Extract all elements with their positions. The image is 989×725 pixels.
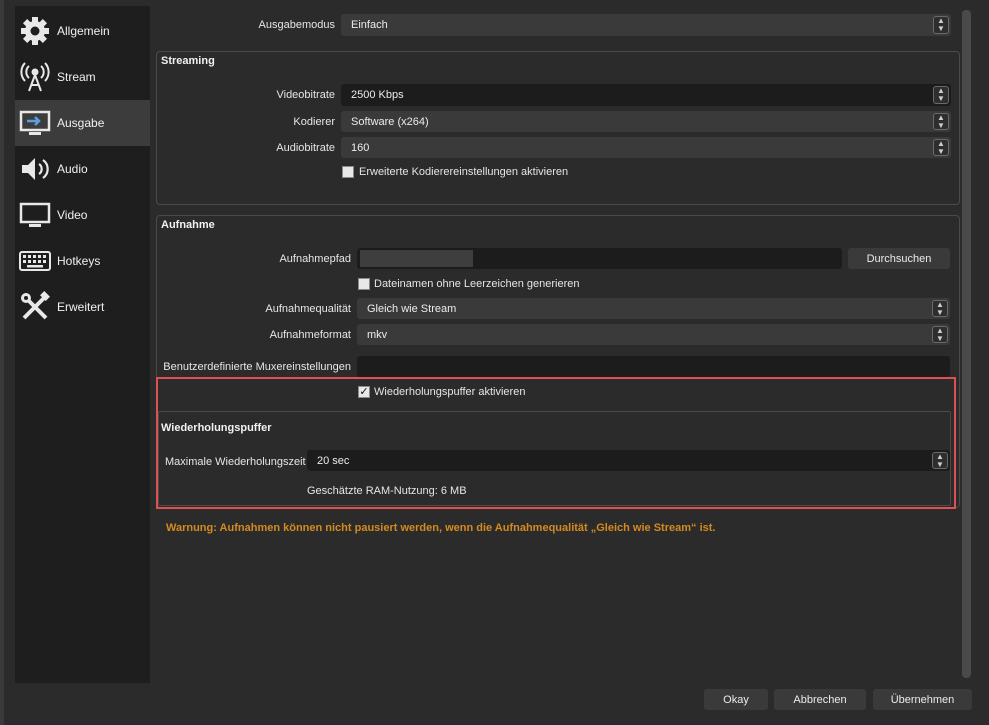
window-frame — [0, 0, 4, 725]
sidebar-item-video[interactable]: Video — [15, 192, 150, 238]
sidebar-item-label: Video — [57, 208, 88, 222]
advanced-encoder-checkbox[interactable] — [342, 166, 354, 178]
sidebar-item-allgemein[interactable]: Allgemein — [15, 8, 150, 54]
recording-quality-select[interactable]: Gleich wie Stream ▲ ▼ — [357, 298, 950, 319]
tools-icon — [18, 290, 52, 324]
sidebar-item-audio[interactable]: Audio — [15, 146, 150, 192]
settings-sidebar: Allgemein Stream Ausgabe Audio Video Hot… — [15, 6, 150, 683]
recording-title: Aufnahme — [161, 219, 215, 231]
encoder-select[interactable]: Software (x264) ▲ ▼ — [341, 111, 951, 132]
spin-updown-icon[interactable]: ▲ ▼ — [932, 452, 948, 469]
sidebar-item-label: Allgemein — [57, 24, 110, 38]
broadcast-tower-icon — [18, 60, 52, 94]
sidebar-item-erweitert[interactable]: Erweitert — [15, 284, 150, 330]
video-bitrate-label: Videobitrate — [276, 89, 335, 101]
recording-format-select[interactable]: mkv ▲ ▼ — [357, 324, 950, 345]
recording-quality-label: Aufnahmequalität — [265, 303, 351, 315]
output-monitor-icon — [18, 106, 52, 140]
replay-buffer-checkbox[interactable]: ✓ — [358, 386, 370, 398]
video-bitrate-value: 2500 Kbps — [351, 89, 404, 101]
audio-bitrate-label: Audiobitrate — [276, 142, 335, 154]
output-mode-select[interactable]: Einfach ▲ ▼ — [341, 14, 951, 36]
no-spaces-checkbox[interactable] — [358, 278, 370, 290]
audio-bitrate-select[interactable]: 160 ▲ ▼ — [341, 137, 951, 158]
browse-button[interactable]: Durchsuchen — [848, 248, 950, 269]
muxer-settings-label: Benutzerdefinierte Muxereinstellungen — [163, 361, 351, 373]
chevron-updown-icon: ▲ ▼ — [932, 326, 948, 343]
sidebar-item-label: Audio — [57, 162, 88, 176]
ram-usage-text: Geschätzte RAM-Nutzung: 6 MB — [307, 485, 467, 497]
recording-path-input[interactable] — [357, 248, 842, 269]
sidebar-item-label: Hotkeys — [57, 254, 101, 268]
max-replay-time-label: Maximale Wiederholungszeit — [165, 456, 306, 468]
chevron-updown-icon: ▲ ▼ — [933, 16, 949, 34]
max-replay-time-spinbox[interactable]: 20 sec ▲ ▼ — [307, 450, 950, 471]
muxer-settings-input[interactable] — [357, 356, 950, 377]
sidebar-item-label: Ausgabe — [57, 116, 105, 130]
encoder-label: Kodierer — [293, 116, 335, 128]
apply-button[interactable]: Übernehmen — [873, 689, 972, 710]
warning-text: Warnung: Aufnahmen können nicht pausiert… — [166, 522, 716, 534]
output-mode-value: Einfach — [351, 19, 388, 31]
sidebar-item-label: Erweitert — [57, 300, 105, 314]
audio-bitrate-value: 160 — [351, 141, 370, 154]
sidebar-item-hotkeys[interactable]: Hotkeys — [15, 238, 150, 284]
path-redacted — [360, 250, 473, 267]
chevron-updown-icon: ▲ ▼ — [933, 113, 949, 130]
output-mode-label: Ausgabemodus — [258, 19, 335, 31]
speaker-icon — [18, 152, 52, 186]
video-bitrate-spinbox[interactable]: 2500 Kbps ▲ ▼ — [341, 84, 951, 106]
recording-quality-value: Gleich wie Stream — [367, 302, 457, 315]
spin-updown-icon[interactable]: ▲ ▼ — [933, 86, 949, 104]
recording-format-label: Aufnahmeformat — [269, 329, 351, 341]
sidebar-item-ausgabe[interactable]: Ausgabe — [15, 100, 150, 146]
monitor-icon — [18, 198, 52, 232]
encoder-value: Software (x264) — [351, 115, 429, 128]
replay-buffer-title: Wiederholungspuffer — [161, 422, 272, 434]
no-spaces-label: Dateinamen ohne Leerzeichen generieren — [374, 278, 580, 290]
chevron-updown-icon: ▲ ▼ — [933, 139, 949, 156]
max-replay-time-value: 20 sec — [317, 454, 350, 467]
recording-format-value: mkv — [367, 328, 388, 341]
keyboard-icon — [18, 244, 52, 278]
gear-icon — [18, 14, 52, 48]
cancel-button[interactable]: Abbrechen — [774, 689, 866, 710]
streaming-title: Streaming — [161, 55, 215, 67]
scrollbar[interactable] — [961, 6, 972, 683]
advanced-encoder-label: Erweiterte Kodierereinstellungen aktivie… — [359, 166, 569, 178]
okay-button[interactable]: Okay — [704, 689, 768, 710]
scrollbar-thumb[interactable] — [962, 10, 971, 678]
replay-buffer-enable-label: Wiederholungspuffer aktivieren — [374, 386, 526, 398]
sidebar-item-label: Stream — [57, 70, 96, 84]
recording-path-label: Aufnahmepfad — [279, 253, 351, 265]
chevron-updown-icon: ▲ ▼ — [932, 300, 948, 317]
sidebar-item-stream[interactable]: Stream — [15, 54, 150, 100]
